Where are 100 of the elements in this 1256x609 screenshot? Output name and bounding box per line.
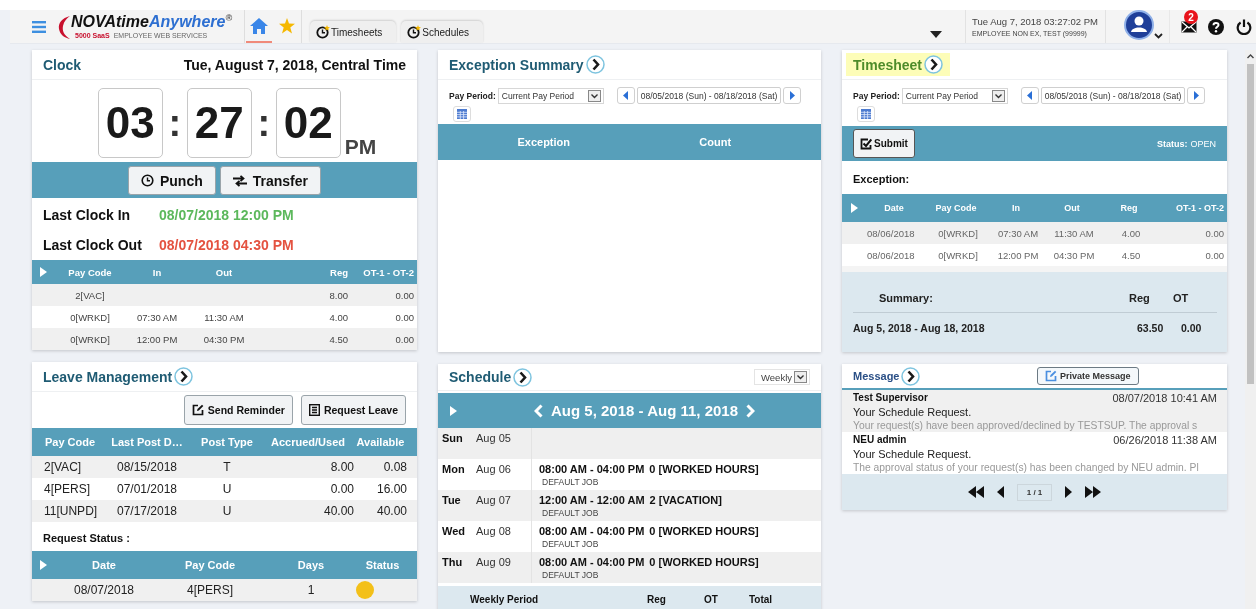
- next-button[interactable]: [1187, 87, 1206, 104]
- list-icon: [308, 404, 320, 416]
- section-label: Summary:: [879, 292, 934, 304]
- table-cell-text: 40.00: [322, 504, 354, 518]
- table-cell-text: 40.00: [375, 504, 407, 518]
- scrollbar[interactable]: [1245, 50, 1256, 609]
- previous-button[interactable]: [1020, 87, 1039, 104]
- home-icon: [250, 17, 268, 34]
- pay-code: 0 [WORKED HOURS]: [649, 555, 759, 568]
- message-sender: Test Supervisor: [853, 392, 928, 404]
- expand-icon[interactable]: [450, 405, 457, 416]
- message-date: 08/07/2018 10:41 AM: [1112, 392, 1217, 404]
- page-tab[interactable]: Timesheets: [310, 21, 397, 43]
- table-cell-text: 07/17/2018: [115, 504, 179, 518]
- table-cell-text: 12:00 PM: [996, 249, 1040, 261]
- table-cell-text: 07:30 AM: [135, 311, 179, 323]
- view-select[interactable]: Weekly: [754, 369, 810, 386]
- expand-icon[interactable]: [851, 203, 858, 213]
- column-header: OT: [704, 593, 719, 605]
- logo-text: Anywhere: [148, 13, 226, 31]
- chevron-circle-icon[interactable]: [174, 367, 194, 386]
- table-cell-text: U: [221, 504, 233, 518]
- table-cell-text: 4[PERS]: [186, 583, 234, 597]
- notification-badge: 2: [1184, 10, 1198, 24]
- time-separator: :: [167, 101, 183, 145]
- previous-button[interactable]: [616, 87, 635, 104]
- chevron-circle-icon[interactable]: [585, 55, 605, 74]
- table-cell-text: 07/01/2018: [115, 482, 179, 496]
- column-header: Reg: [1119, 203, 1139, 213]
- calendar-button[interactable]: [453, 106, 471, 122]
- pay-period-select[interactable]: Current Pay Period: [497, 87, 604, 104]
- column-header: Last Post D…: [110, 436, 184, 448]
- edit-icon: [191, 404, 204, 416]
- message-item[interactable]: Test Supervisor 08/07/2018 10:41 AM Your Schedule Request. Your request(s) have been approved/declined by TESTSUP. The approval s: [842, 390, 1227, 432]
- table-cell-text: 4[PERS]: [43, 482, 92, 496]
- private-message-button[interactable]: Private Message: [1037, 367, 1139, 385]
- weekday: Sun: [442, 431, 464, 446]
- column-header: OT-1 - OT-2: [1175, 203, 1224, 213]
- power-icon[interactable]: [1236, 18, 1252, 35]
- chevron-circle-icon[interactable]: [513, 367, 533, 387]
- chevron-circle-icon[interactable]: [924, 55, 943, 74]
- card-title: Timesheet: [853, 56, 922, 73]
- table-cell-text: 2[VAC]: [43, 460, 83, 474]
- date-range-title: Aug 5, 2018 - Aug 11, 2018: [551, 402, 739, 420]
- clock-digit-card: 03: [97, 88, 163, 158]
- avatar-icon[interactable]: [1124, 9, 1154, 40]
- table-cell-text: 0.00: [1204, 227, 1224, 239]
- chevron-circle-icon[interactable]: [901, 366, 921, 386]
- column-header: Pay Code: [934, 203, 978, 213]
- registered-mark: ®: [225, 13, 233, 23]
- table-cell-text: 08/15/2018: [115, 460, 179, 474]
- last-page-icon[interactable]: [1085, 486, 1102, 498]
- message-subject: Your Schedule Request.: [853, 448, 973, 460]
- submit-button[interactable]: Submit: [853, 129, 915, 158]
- previous-page-icon[interactable]: [996, 486, 1004, 498]
- table-cell-text: 12:00 PM: [135, 333, 179, 345]
- page-tab[interactable]: Schedules: [401, 21, 484, 43]
- calendar-button[interactable]: [857, 106, 875, 122]
- transfer-button[interactable]: Transfer: [219, 166, 321, 195]
- job-name: DEFAULT JOB: [541, 475, 600, 487]
- next-button[interactable]: [783, 87, 802, 104]
- expand-icon[interactable]: [40, 267, 47, 277]
- edit-icon: [1045, 370, 1057, 382]
- column-header: In: [151, 266, 163, 278]
- field-label: Pay Period:: [853, 90, 900, 101]
- table-cell-text: 4.50: [328, 333, 348, 345]
- table-cell-text: 07:30 AM: [996, 227, 1040, 239]
- column-header: Date: [883, 203, 905, 213]
- day-date: Aug 05: [476, 431, 511, 446]
- punch-button[interactable]: Punch: [128, 166, 216, 195]
- previous-icon: [1027, 91, 1033, 100]
- table-cell-text: 0.00: [1204, 249, 1224, 261]
- calendar-icon: [457, 109, 467, 119]
- pay-period-select[interactable]: Current Pay Period: [901, 87, 1008, 104]
- send-reminder-button[interactable]: Send Reminder: [183, 395, 293, 425]
- column-header: Reg: [329, 266, 348, 278]
- expand-icon[interactable]: [40, 560, 47, 570]
- date-range-field[interactable]: 08/05/2018 (Sun) - 08/18/2018 (Sat): [636, 87, 782, 104]
- help-icon[interactable]: [1208, 18, 1224, 35]
- clock-icon: [407, 25, 422, 39]
- page-indicator: 1 / 1: [1016, 483, 1053, 501]
- request-leave-button[interactable]: Request Leave: [300, 395, 406, 425]
- chevron-down-icon[interactable]: [1154, 33, 1163, 39]
- card-title: Schedule: [449, 369, 512, 386]
- message-item[interactable]: NEU admin 06/26/2018 11:38 AM Your Schedule Request. The approval status of your request(s) has been changed by NEU admin. Pl: [842, 432, 1227, 474]
- next-page-icon[interactable]: [1065, 486, 1073, 498]
- first-page-icon[interactable]: [967, 486, 984, 498]
- meridiem-label: PM: [344, 136, 377, 158]
- menu-icon[interactable]: [32, 19, 46, 34]
- chevron-right-icon[interactable]: [746, 403, 756, 418]
- weekday: Tue: [442, 493, 462, 508]
- card-title: Leave Management: [43, 368, 173, 385]
- date-range-field[interactable]: 08/05/2018 (Sun) - 08/18/2018 (Sat): [1040, 87, 1186, 104]
- table-cell-text: 4.00: [328, 311, 348, 323]
- column-header: Total: [749, 593, 773, 605]
- dropdown-caret-icon[interactable]: [930, 31, 942, 38]
- chevron-left-icon[interactable]: [534, 403, 543, 418]
- column-header: Count: [698, 136, 733, 148]
- status-value: OPEN: [1190, 138, 1216, 149]
- table-cell-text: 11:30 AM: [1053, 227, 1095, 239]
